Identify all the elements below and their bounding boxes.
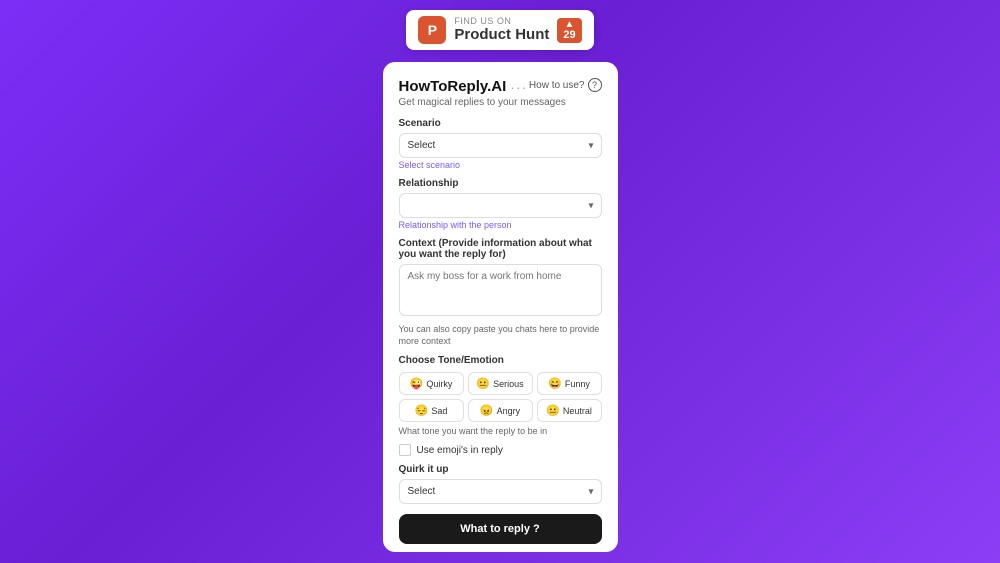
- submit-area: What to reply ?: [399, 514, 602, 544]
- angry-emoji: 😠: [480, 404, 494, 417]
- context-section: Context (Provide information about what …: [399, 238, 602, 347]
- scenario-select-wrapper: Select Professional Email Casual Chat Fo…: [399, 133, 602, 158]
- tone-neutral-btn[interactable]: 😐Neutral: [537, 399, 602, 422]
- relationship-select-wrapper: Friend Colleague Boss Family Stranger ▾: [399, 193, 602, 218]
- sad-label: Sad: [431, 406, 447, 416]
- relationship-select[interactable]: Friend Colleague Boss Family Stranger: [399, 193, 602, 218]
- serious-label: Serious: [493, 379, 524, 389]
- app-title-row: HowToReply.AI ···: [399, 78, 528, 95]
- tone-label: Choose Tone/Emotion: [399, 355, 602, 366]
- emoji-checkbox-row: Use emoji's in reply: [399, 444, 602, 456]
- emoji-checkbox-label: Use emoji's in reply: [417, 445, 503, 456]
- ph-product-hunt-name: Product Hunt: [454, 26, 549, 44]
- tone-section: Choose Tone/Emotion 😜Quirky 😐Serious 😄Fu…: [399, 355, 602, 436]
- tone-funny-btn[interactable]: 😄Funny: [537, 372, 602, 395]
- tone-hint: What tone you want the reply to be in: [399, 426, 602, 436]
- serious-emoji: 😐: [476, 377, 490, 390]
- tone-quirky-btn[interactable]: 😜Quirky: [399, 372, 464, 395]
- neutral-label: Neutral: [563, 406, 592, 416]
- scenario-hint: Select scenario: [399, 160, 602, 170]
- main-card: HowToReply.AI ··· How to use? ? Get magi…: [383, 62, 618, 552]
- app-subtitle: Get magical replies to your messages: [399, 97, 602, 108]
- submit-button[interactable]: What to reply ?: [399, 514, 602, 544]
- angry-label: Angry: [497, 406, 521, 416]
- how-to-label: How to use?: [529, 80, 585, 91]
- how-to-use-link[interactable]: How to use? ?: [529, 78, 602, 92]
- relationship-label: Relationship: [399, 178, 602, 189]
- context-hint: You can also copy paste you chats here t…: [399, 324, 602, 347]
- scenario-section: Scenario Select Professional Email Casua…: [399, 118, 602, 170]
- quirky-label: Quirky: [426, 379, 452, 389]
- relationship-section: Relationship Friend Colleague Boss Famil…: [399, 178, 602, 230]
- relationship-hint: Relationship with the person: [399, 220, 602, 230]
- app-title: HowToReply.AI: [399, 78, 507, 95]
- tone-grid: 😜Quirky 😐Serious 😄Funny 😔Sad 😠Angry 😐Neu…: [399, 372, 602, 422]
- context-label: Context (Provide information about what …: [399, 238, 602, 260]
- sad-emoji: 😔: [415, 404, 429, 417]
- ph-vote-count: 29: [563, 30, 575, 41]
- quirk-select[interactable]: Select A little Moderate Very quirky: [399, 479, 602, 504]
- ph-find-us-label: FIND US ON: [454, 16, 549, 26]
- funny-label: Funny: [565, 379, 590, 389]
- quirk-section: Quirk it up Select A little Moderate Ver…: [399, 464, 602, 504]
- more-options-icon[interactable]: ···: [510, 79, 527, 95]
- context-textarea[interactable]: [399, 264, 602, 316]
- quirk-label: Quirk it up: [399, 464, 602, 475]
- funny-emoji: 😄: [548, 377, 562, 390]
- quirky-emoji: 😜: [410, 377, 424, 390]
- ph-banner[interactable]: P FIND US ON Product Hunt ▲ 29: [406, 10, 593, 50]
- emoji-checkbox[interactable]: [399, 444, 411, 456]
- tone-sad-btn[interactable]: 😔Sad: [399, 399, 464, 422]
- tone-angry-btn[interactable]: 😠Angry: [468, 399, 533, 422]
- tone-serious-btn[interactable]: 😐Serious: [468, 372, 533, 395]
- scenario-label: Scenario: [399, 118, 602, 129]
- neutral-emoji: 😐: [546, 404, 560, 417]
- ph-arrow-icon: ▲: [565, 20, 575, 30]
- ph-text-block: FIND US ON Product Hunt: [454, 16, 549, 44]
- quirk-select-wrapper: Select A little Moderate Very quirky ▾: [399, 479, 602, 504]
- card-header: HowToReply.AI ··· How to use? ?: [399, 78, 602, 95]
- ph-upvote-badge[interactable]: ▲ 29: [557, 18, 581, 43]
- ph-logo-icon: P: [418, 16, 446, 44]
- question-icon: ?: [588, 78, 602, 92]
- scenario-select[interactable]: Select Professional Email Casual Chat Fo…: [399, 133, 602, 158]
